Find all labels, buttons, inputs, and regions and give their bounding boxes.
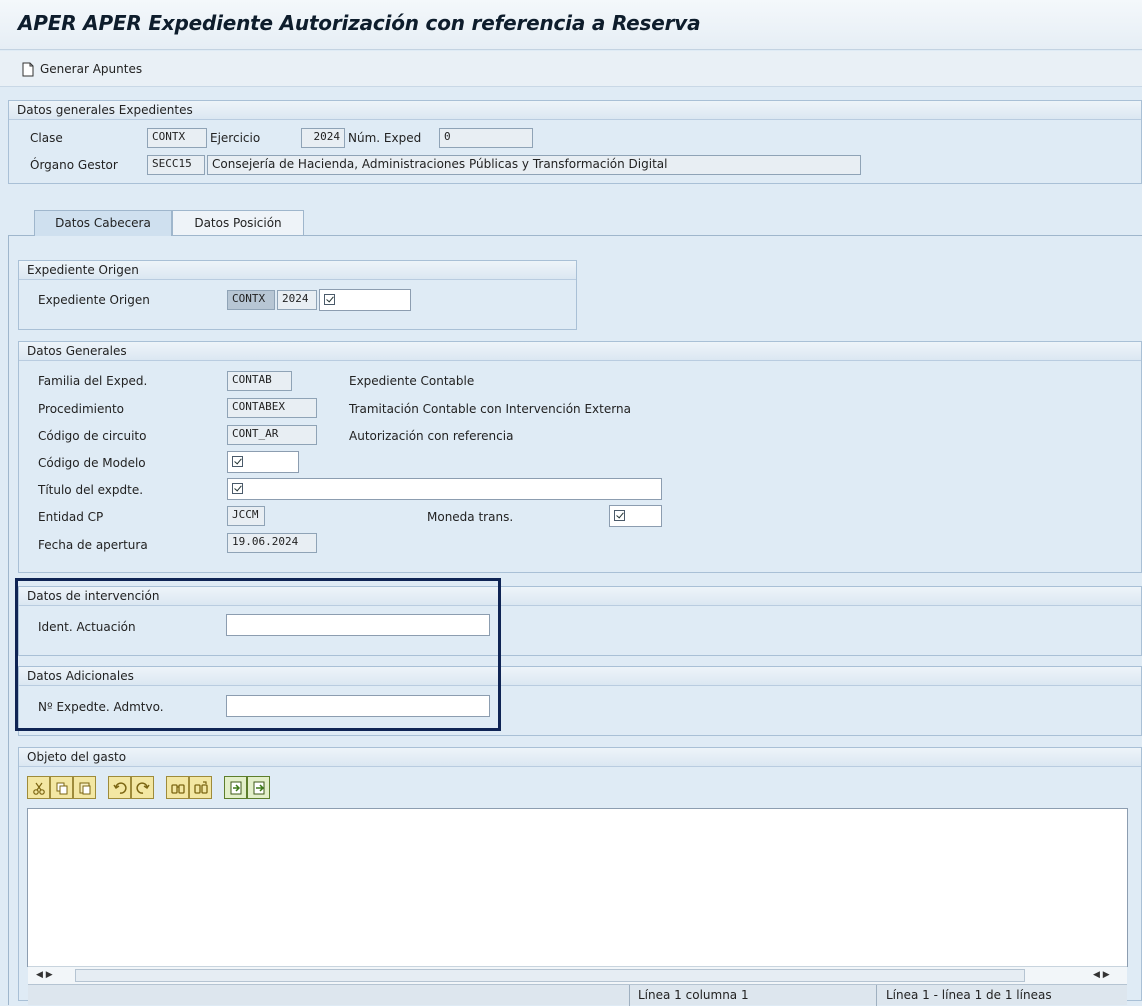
num-exped-label: Núm. Exped bbox=[348, 131, 422, 145]
scroll-left-icon[interactable]: ◀ ▶ bbox=[36, 970, 53, 980]
datos-generales-header: Datos Generales bbox=[19, 342, 1141, 361]
generar-apuntes-button[interactable]: Generar Apuntes bbox=[22, 57, 142, 81]
familia-label: Familia del Exped. bbox=[38, 374, 148, 388]
modelo-input[interactable] bbox=[227, 451, 299, 473]
toolbar-separator bbox=[96, 776, 108, 799]
horizontal-scrollbar[interactable]: ◀ ▶ ◀ ▶ bbox=[28, 966, 1127, 984]
search-help-icon[interactable] bbox=[324, 294, 335, 305]
procedimiento-field: CONTABEX bbox=[227, 398, 317, 418]
datos-generales-frame: Datos Generales bbox=[18, 341, 1142, 573]
moneda-label: Moneda trans. bbox=[427, 510, 514, 524]
search-help-icon[interactable] bbox=[614, 510, 625, 521]
familia-desc: Expediente Contable bbox=[349, 374, 475, 388]
expediente-origen-label: Expediente Origen bbox=[38, 293, 150, 307]
fecha-label: Fecha de apertura bbox=[38, 538, 148, 552]
entidad-field: JCCM bbox=[227, 506, 265, 526]
application-toolbar: Generar Apuntes bbox=[0, 51, 1142, 87]
generar-apuntes-label: Generar Apuntes bbox=[40, 62, 143, 76]
circuito-desc: Autorización con referencia bbox=[349, 429, 514, 443]
tab-datos-cabecera[interactable]: Datos Cabecera bbox=[34, 210, 172, 236]
document-icon bbox=[22, 62, 34, 77]
origen-numero-input[interactable] bbox=[319, 289, 411, 311]
title-bar: APER APER Expediente Autorización con re… bbox=[0, 0, 1142, 50]
clase-field: CONTX bbox=[147, 128, 207, 148]
familia-field: CONTAB bbox=[227, 371, 292, 391]
organo-label: Órgano Gestor bbox=[30, 158, 118, 172]
num-exped-field: 0 bbox=[439, 128, 533, 148]
paste-icon[interactable] bbox=[73, 776, 96, 799]
search-help-icon[interactable] bbox=[232, 483, 243, 494]
general-data-header: Datos generales Expedientes bbox=[9, 101, 1141, 120]
highlight-box bbox=[15, 578, 501, 731]
toolbar-separator bbox=[154, 776, 166, 799]
scroll-right-icon[interactable]: ◀ ▶ bbox=[1093, 970, 1110, 980]
circuito-label: Código de circuito bbox=[38, 429, 147, 443]
fecha-field: 19.06.2024 bbox=[227, 533, 317, 553]
organo-code-field: SECC15 bbox=[147, 155, 205, 175]
moneda-input[interactable] bbox=[609, 505, 662, 527]
text-editor[interactable] bbox=[27, 808, 1128, 967]
status-divider bbox=[629, 985, 630, 1006]
entidad-label: Entidad CP bbox=[38, 510, 104, 524]
find-icon[interactable] bbox=[166, 776, 189, 799]
clase-label: Clase bbox=[30, 131, 63, 145]
origen-clase-field[interactable]: CONTX bbox=[227, 290, 275, 310]
origen-ejercicio-field[interactable]: 2024 bbox=[277, 290, 317, 310]
procedimiento-desc: Tramitación Contable con Intervención Ex… bbox=[349, 402, 631, 416]
editor-toolbar bbox=[27, 776, 270, 799]
expediente-origen-header: Expediente Origen bbox=[19, 261, 576, 280]
scrollbar-thumb[interactable] bbox=[75, 969, 1025, 982]
ejercicio-label: Ejercicio bbox=[210, 131, 261, 145]
undo-icon[interactable] bbox=[108, 776, 131, 799]
objeto-gasto-header: Objeto del gasto bbox=[19, 748, 1141, 767]
titulo-input[interactable] bbox=[227, 478, 662, 500]
window-title: APER APER Expediente Autorización con re… bbox=[18, 11, 701, 35]
modelo-label: Código de Modelo bbox=[38, 456, 146, 470]
status-divider bbox=[876, 985, 877, 1006]
status-lines: Línea 1 - línea 1 de 1 líneas bbox=[886, 988, 1052, 1002]
find-next-icon[interactable] bbox=[189, 776, 212, 799]
export-icon[interactable] bbox=[247, 776, 270, 799]
status-line-col: Línea 1 columna 1 bbox=[638, 988, 749, 1002]
copy-icon[interactable] bbox=[50, 776, 73, 799]
procedimiento-label: Procedimiento bbox=[38, 402, 125, 416]
organo-desc-field: Consejería de Hacienda, Administraciones… bbox=[207, 155, 861, 175]
editor-status-bar: Línea 1 columna 1 Línea 1 - línea 1 de 1… bbox=[28, 984, 1127, 1006]
ejercicio-field: 2024 bbox=[301, 128, 345, 148]
tab-datos-posicion[interactable]: Datos Posición bbox=[172, 210, 304, 236]
titulo-label: Título del expdte. bbox=[38, 483, 144, 497]
cut-icon[interactable] bbox=[27, 776, 50, 799]
import-icon[interactable] bbox=[224, 776, 247, 799]
redo-icon[interactable] bbox=[131, 776, 154, 799]
circuito-field: CONT_AR bbox=[227, 425, 317, 445]
toolbar-separator bbox=[212, 776, 224, 799]
search-help-icon[interactable] bbox=[232, 456, 243, 467]
